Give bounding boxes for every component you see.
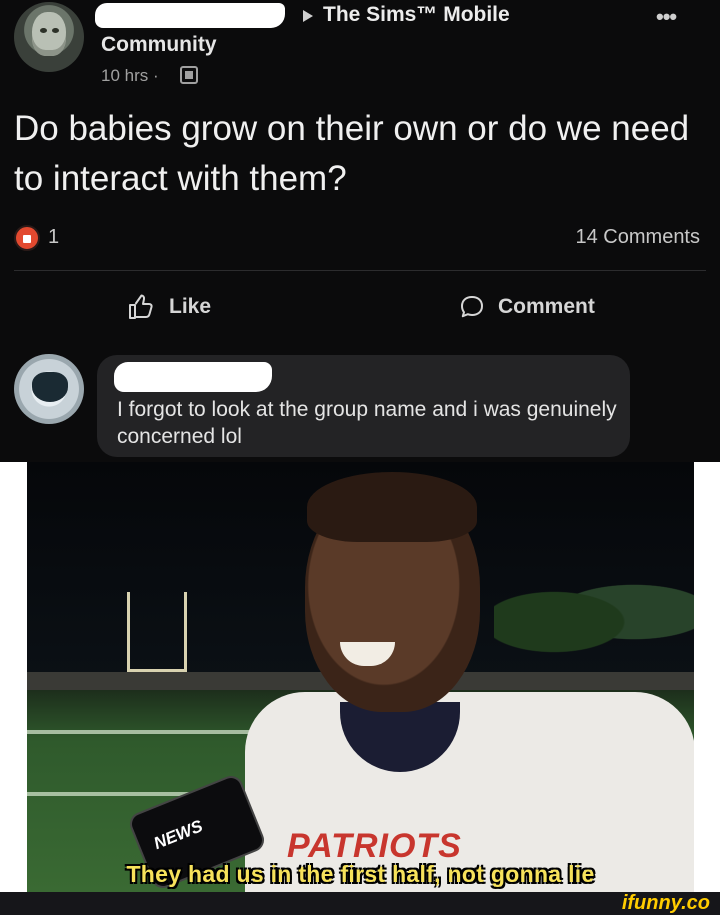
image-border-right	[694, 462, 720, 892]
watermark-bar: ifunny.co	[0, 892, 720, 915]
poster-avatar[interactable]	[14, 2, 84, 72]
group-icon	[180, 66, 198, 84]
player-hair	[307, 472, 477, 542]
comment-label: Comment	[498, 295, 595, 318]
group-sub-name[interactable]: Community	[101, 33, 217, 57]
comment-icon	[461, 296, 483, 318]
redacted-commenter-name	[114, 362, 272, 392]
avatar-eye-right	[52, 28, 59, 33]
avatar-image	[32, 372, 68, 402]
field-line	[27, 730, 257, 734]
reaction-count[interactable]: 1	[48, 226, 59, 249]
angry-reaction-icon[interactable]	[14, 225, 40, 251]
avatar-face	[32, 12, 66, 56]
post-text: Do babies grow on their own or do we nee…	[14, 109, 690, 198]
more-icon[interactable]: •••	[656, 4, 677, 30]
group-name-link[interactable]: The Sims™ Mobile	[323, 3, 510, 27]
meme-image: PATRIOTS NEWS They had us in the first h…	[27, 462, 694, 892]
comment-button[interactable]: Comment	[458, 290, 595, 324]
commenter-avatar[interactable]	[14, 354, 84, 424]
facebook-post: The Sims™ Mobile ••• Community 10 hrs · …	[0, 0, 720, 462]
image-border-left	[0, 462, 27, 892]
comment-count[interactable]: 14 Comments	[576, 226, 701, 249]
like-label: Like	[169, 295, 212, 318]
ifunny-watermark[interactable]: ifunny.co	[622, 893, 710, 914]
meme-subtitle: They had us in the first half, not gonna…	[126, 861, 595, 887]
redacted-name	[95, 3, 285, 28]
comment-text: I forgot to look at the group name and i…	[117, 398, 617, 448]
like-button[interactable]: Like	[127, 290, 211, 324]
arrow-right-icon	[303, 10, 313, 22]
goalpost	[127, 592, 187, 672]
like-icon	[129, 294, 153, 319]
avatar-eye-left	[40, 28, 47, 33]
divider-top	[14, 270, 706, 271]
mic-logo: NEWS	[150, 816, 206, 854]
post-timestamp[interactable]: 10 hrs ·	[101, 66, 159, 86]
